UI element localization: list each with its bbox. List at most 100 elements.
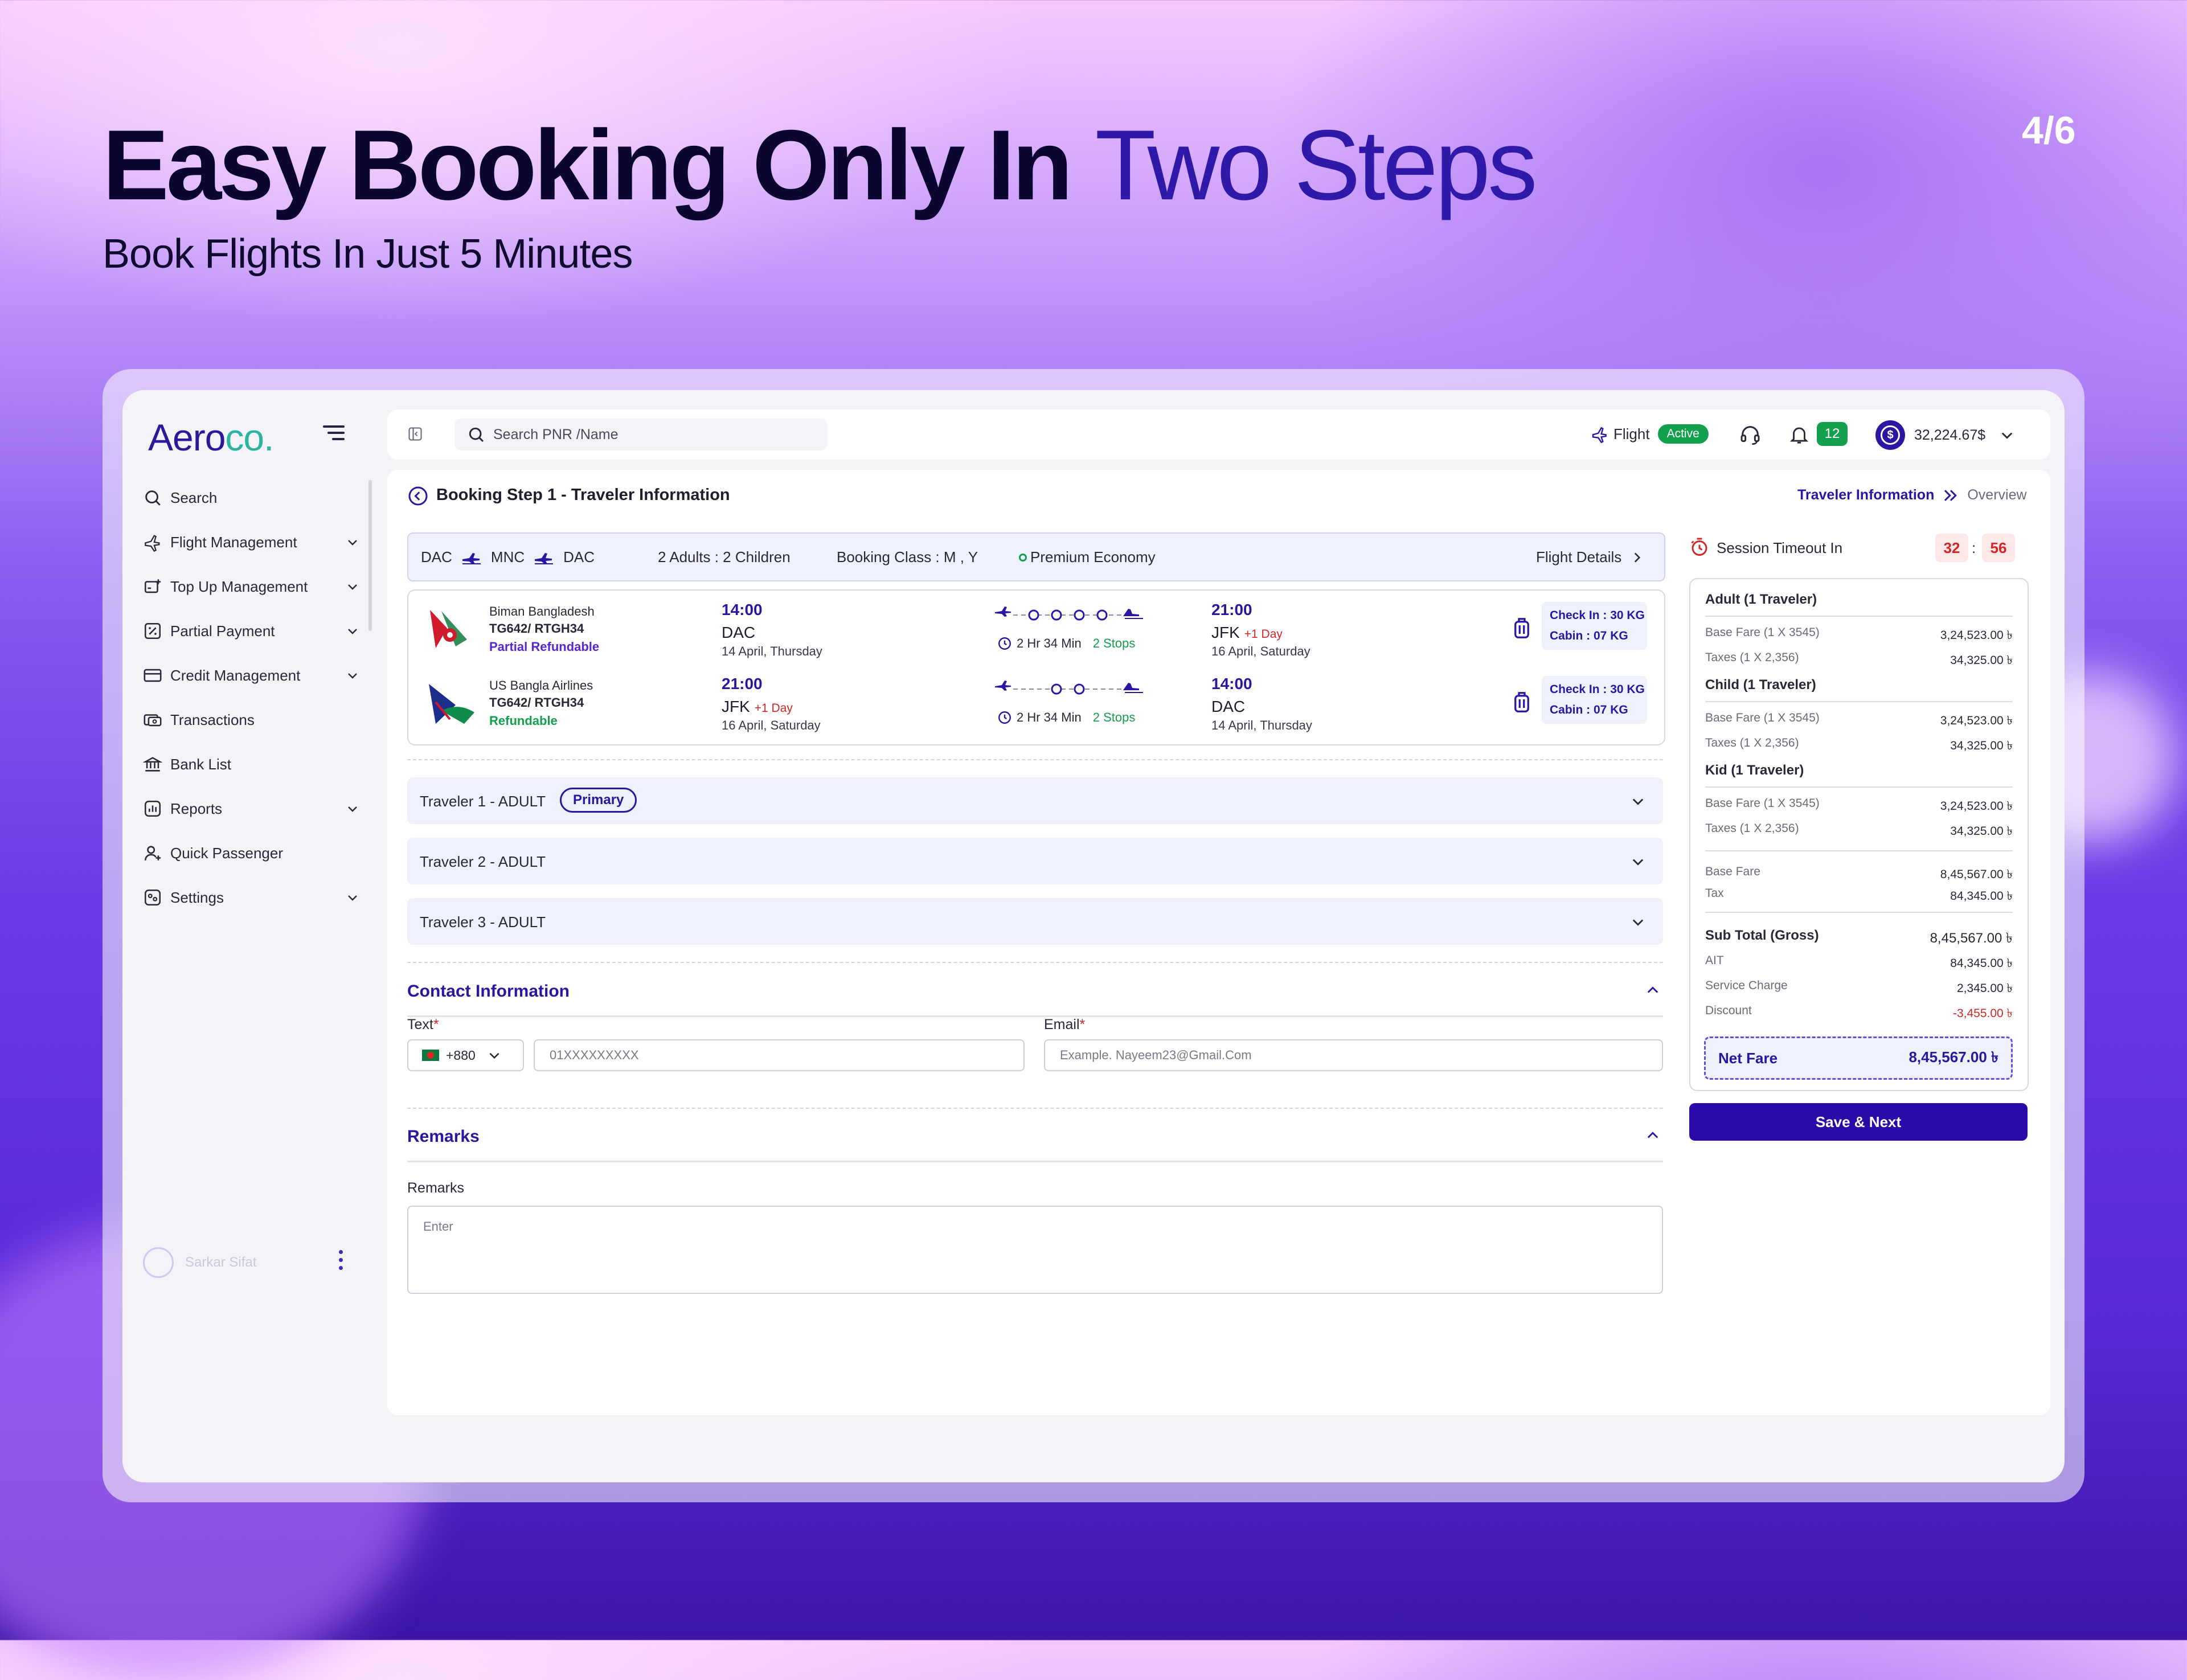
fare-row: Service Charge 2,345.00 ৳ [1705, 979, 2013, 995]
page-indicator: 4/6 [2022, 109, 2076, 152]
airline-name: Biman Bangladesh [489, 604, 595, 618]
more-vertical-icon[interactable] [339, 1250, 345, 1273]
phone-input[interactable] [534, 1039, 1025, 1071]
app-window: Aeroco. Search Flight Management Top Up … [122, 390, 2065, 1482]
search-bar[interactable] [454, 419, 828, 450]
cabin-class: Premium Economy [1019, 548, 1156, 566]
net-fare: Net Fare 8,45,567.00 ৳ [1704, 1036, 2013, 1080]
sidebar-scrollbar[interactable] [368, 480, 372, 631]
divider [407, 962, 1663, 963]
flight-leg[interactable]: US Bangla Airlines TG642/ RTGH34 Refunda… [408, 665, 1664, 739]
plane-icon [462, 552, 481, 564]
remarks-section-title[interactable]: Remarks [407, 1127, 480, 1146]
departure-date: 14 April, Thursday [722, 644, 822, 658]
arrival-time: 21:00 [1211, 601, 1252, 618]
divider [1705, 850, 2013, 851]
sidebar-item-search[interactable]: Search [143, 481, 359, 515]
sidebar-item-reports[interactable]: Reports [143, 792, 359, 826]
save-next-button[interactable]: Save & Next [1689, 1103, 2028, 1141]
timer-icon [1691, 538, 1707, 556]
session-timer: Session Timeout In 32 : 56 [1689, 534, 2028, 562]
sidebar-item-transactions[interactable]: Transactions [143, 703, 359, 737]
booking-class: Booking Class : M , Y [837, 548, 978, 566]
flight-details-link[interactable]: Flight Details [1536, 548, 1644, 566]
flight-itinerary: Biman Bangladesh TG642/ RTGH34 Partial R… [407, 589, 1665, 745]
sidebar-collapse-icon[interactable] [407, 425, 423, 442]
discount-row: Discount -3,455.00 ৳ [1705, 1004, 2013, 1020]
contact-section-title[interactable]: Contact Information [407, 982, 570, 1001]
sidebar-item-partial-payment[interactable]: Partial Payment [143, 614, 359, 648]
clock-icon [998, 637, 1011, 650]
chevron-down-icon[interactable] [346, 669, 359, 682]
traveler-label: Traveler 1 - ADULT [420, 793, 546, 810]
flight-duration: 2 Hr 34 Min 2 Stops [997, 636, 1135, 651]
wallet-balance[interactable]: $ 32,224.67$ [1875, 420, 2029, 450]
breadcrumb-current[interactable]: Traveler Information [1797, 487, 1934, 503]
sidebar: Aeroco. Search Flight Management Top Up … [122, 390, 384, 1482]
remarks-textarea[interactable] [407, 1206, 1663, 1294]
reports-icon [144, 800, 161, 817]
traveler-accordion[interactable]: Traveler 3 - ADULT [407, 898, 1663, 945]
logo[interactable]: Aeroco. [148, 416, 275, 459]
headset-icon[interactable] [1739, 423, 1762, 446]
menu-toggle-icon[interactable] [323, 425, 345, 442]
bell-icon[interactable] [1788, 423, 1810, 446]
chevron-down-icon[interactable] [346, 535, 359, 549]
back-icon[interactable] [408, 486, 428, 506]
luggage-icon [1514, 692, 1529, 712]
luggage-icon [1514, 618, 1529, 638]
balance-value: 32,224.67$ [1914, 427, 1986, 443]
plane-icon [145, 535, 160, 552]
sidebar-item-label: Reports [170, 800, 223, 817]
topup-icon [144, 579, 161, 593]
traveler-accordion[interactable]: Traveler 2 - ADULT [407, 838, 1663, 884]
sidebar-item-settings[interactable]: Settings [143, 880, 359, 915]
sidebar-item-flight-management[interactable]: Flight Management [143, 525, 359, 559]
chevron-up-icon[interactable] [1645, 1128, 1661, 1144]
sidebar-item-quick-passenger[interactable]: Quick Passenger [143, 836, 359, 870]
flight-leg[interactable]: Biman Bangladesh TG642/ RTGH34 Partial R… [408, 591, 1664, 665]
chevron-down-icon[interactable] [346, 624, 359, 638]
divider [407, 759, 1663, 760]
divider [1705, 912, 2013, 913]
baggage-allowance: Check In : 30 KG Cabin : 07 KG [1542, 676, 1647, 724]
fare-row: Taxes (1 X 2,356) 34,325.00 ৳ [1705, 651, 2013, 667]
divider [1705, 616, 2013, 617]
chevron-down-icon[interactable] [346, 891, 359, 904]
traveler-accordion[interactable]: Traveler 1 - ADULT Primary [407, 777, 1663, 824]
percent-icon [144, 622, 161, 640]
breadcrumb-next[interactable]: Overview [1967, 487, 2026, 503]
traveler-label: Traveler 2 - ADULT [420, 853, 546, 870]
sidebar-item-top-up-management[interactable]: Top Up Management [143, 569, 359, 604]
flight-number: TG642/ RTGH34 [489, 621, 584, 636]
arrival-time: 14:00 [1211, 675, 1252, 693]
arrival-date: 16 April, Saturday [1211, 644, 1310, 658]
chevron-down-icon[interactable] [346, 802, 359, 816]
sidebar-item-label: Flight Management [170, 533, 297, 551]
email-input[interactable] [1044, 1039, 1663, 1071]
country-code: +880 [446, 1047, 476, 1063]
hero-title: Easy Booking Only In Two Steps [103, 110, 1538, 221]
search-icon [145, 490, 161, 506]
chevron-up-icon[interactable] [1645, 982, 1661, 998]
departure-airport: JFK +1 Day [722, 698, 793, 715]
notification-count[interactable]: 12 [1817, 422, 1848, 446]
search-input[interactable] [492, 425, 813, 444]
route-path: DAC MNC DAC [421, 548, 595, 566]
flight-mode-toggle[interactable]: Flight Active [1591, 424, 1709, 444]
search-icon [469, 427, 484, 442]
flight-path-icon [995, 607, 1143, 621]
country-code-select[interactable]: +880 [407, 1039, 524, 1071]
sidebar-item-label: Settings [170, 888, 224, 906]
sidebar-item-credit-management[interactable]: Credit Management [143, 658, 359, 693]
chevron-right-icon [1635, 552, 1641, 563]
fare-group-title: Kid (1 Traveler) [1705, 763, 1804, 778]
chevron-down-icon[interactable] [346, 580, 359, 593]
status-badge: Active [1657, 424, 1709, 444]
user-profile[interactable]: Sarkar Sifat [143, 1247, 256, 1278]
chevron-down-icon [1632, 919, 1644, 926]
stop-count: 2 Stops [1092, 710, 1136, 724]
sidebar-item-label: Credit Management [170, 666, 301, 684]
sidebar-item-bank-list[interactable]: Bank List [143, 747, 359, 781]
arrival-airport: JFK +1 Day [1211, 624, 1283, 641]
